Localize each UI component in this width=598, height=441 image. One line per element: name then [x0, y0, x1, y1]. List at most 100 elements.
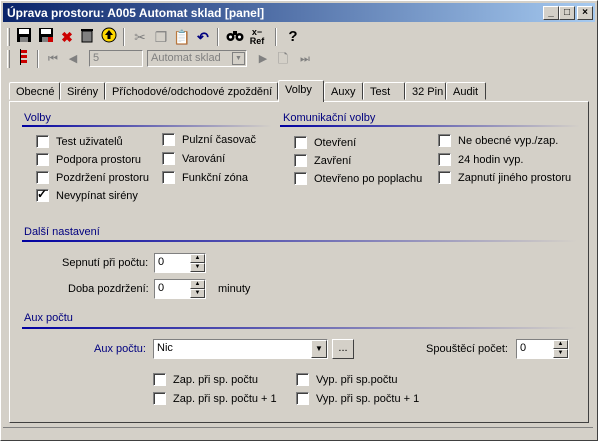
checkbox-label: Pulzní časovač	[182, 133, 256, 146]
checkbox-label: Zap. při sp. počtu + 1	[173, 392, 277, 405]
copy-icon[interactable]: ❐	[151, 27, 171, 47]
spin-down-icon[interactable]: ▼	[190, 289, 205, 298]
checkbox-zavreni[interactable]: Zavření	[294, 154, 351, 167]
record-name-value: Automat sklad	[151, 52, 221, 64]
tab-32pin[interactable]: 32 Pin	[405, 82, 446, 100]
doba-value: 0	[158, 282, 165, 294]
aux-divider	[22, 327, 577, 329]
checkbox-zapnuti-jineho-prostoru[interactable]: Zapnutí jiného prostoru	[438, 171, 571, 184]
komunikacni-divider	[280, 125, 580, 127]
checkbox-label: 24 hodin vyp.	[458, 153, 524, 166]
tab-volby[interactable]: Volby	[278, 80, 324, 102]
chevron-down-icon[interactable]: ▼	[311, 340, 327, 358]
toolbar-separator	[275, 28, 277, 46]
checkbox-ne-obecne[interactable]: Ne obecné vyp./zap.	[438, 134, 558, 147]
ref-icon[interactable]: x− Ref	[247, 27, 267, 47]
aux-pocet-value: Nic	[157, 342, 173, 354]
maximize-button[interactable]: □	[559, 6, 575, 20]
doba-label: Doba pozdržení:	[68, 283, 149, 295]
delete-icon[interactable]: ✖	[57, 27, 77, 47]
binoculars-icon[interactable]	[225, 27, 245, 47]
new-record-icon[interactable]: 🗋	[273, 49, 293, 69]
checkbox-zap-pri-sp-poctu[interactable]: Zap. při sp. počtu	[153, 373, 258, 386]
tab-panel-volby: Volby Test uživatelů Podpora prostoru Po…	[9, 101, 589, 423]
checkbox-label: Nevypínat sirény	[56, 189, 138, 202]
cut-icon[interactable]: ✂	[130, 27, 150, 47]
checkbox-label: Zapnutí jiného prostoru	[458, 171, 572, 184]
checkbox-varovani[interactable]: Varování	[162, 152, 225, 165]
spin-down-icon[interactable]: ▼	[190, 263, 205, 272]
dialog-window: Úprava prostoru: A005 Automat sklad [pan…	[0, 0, 598, 441]
doba-spinbox[interactable]: 0 ▲ ▼	[154, 279, 206, 299]
checkbox-vyp-pri-sp-poctu[interactable]: Vyp. při sp.počtu	[296, 373, 398, 386]
window-title: Úprava prostoru: A005 Automat sklad [pan…	[7, 6, 265, 20]
toolbar-grip[interactable]	[7, 50, 10, 68]
help-icon[interactable]: ?	[283, 27, 303, 47]
checkbox-nevypinat-sireny[interactable]: ✓ Nevypínat sirény	[36, 187, 138, 202]
toolbar-separator	[123, 28, 125, 46]
sepnuti-label: Sepnutí při počtu:	[62, 257, 149, 269]
save-icon[interactable]	[14, 27, 34, 47]
records-list-icon[interactable]	[14, 49, 34, 69]
volby-divider	[22, 125, 272, 127]
tab-prichodove[interactable]: Příchodové/odchodové zpoždění	[105, 82, 278, 100]
komunikacni-title: Komunikační volby	[283, 112, 376, 124]
aux-pocet-select[interactable]: Nic ▼	[153, 339, 328, 359]
spousteci-label: Spouštěcí počet:	[426, 343, 508, 355]
checkbox-label: Varování	[182, 152, 226, 165]
checkbox-label: Vyp. při sp.počtu	[316, 373, 398, 386]
tab-test[interactable]: Test	[363, 82, 405, 100]
up-arrow-circle-icon[interactable]	[99, 27, 119, 47]
spin-down-icon[interactable]: ▼	[553, 349, 568, 358]
previous-record-icon[interactable]: ◀	[63, 49, 83, 69]
checkbox-label: Vyp. při sp. počtu + 1	[316, 392, 420, 405]
record-number-field[interactable]: 5	[89, 50, 143, 67]
tab-obecne[interactable]: Obecné	[9, 82, 60, 100]
save-close-icon[interactable]	[36, 27, 56, 47]
toolbar-separator	[217, 28, 219, 46]
spin-up-icon[interactable]: ▲	[190, 254, 205, 263]
checkbox-label: Funkční zóna	[182, 171, 249, 184]
record-name-select[interactable]: Automat sklad ▼	[147, 50, 247, 67]
checkbox-label: Zap. při sp. počtu	[173, 373, 258, 386]
tab-auxy[interactable]: Auxy	[324, 82, 363, 100]
checkbox-label: Podpora prostoru	[56, 153, 141, 166]
checkbox-otevreni[interactable]: Otevření	[294, 136, 356, 149]
spin-up-icon[interactable]: ▲	[553, 340, 568, 349]
checkbox-pozdrzeni-prostoru[interactable]: Pozdržení prostoru	[36, 171, 149, 184]
tab-sireny[interactable]: Sirény	[60, 82, 105, 100]
dalsi-title: Další nastavení	[24, 226, 100, 238]
paste-icon[interactable]: 📋	[172, 27, 192, 47]
sepnuti-spinbox[interactable]: 0 ▲ ▼	[154, 253, 206, 273]
spousteci-spinbox[interactable]: 0 ▲ ▼	[516, 339, 569, 359]
checkbox-zap-pri-sp-poctu-plus1[interactable]: Zap. při sp. počtu + 1	[153, 392, 277, 405]
checkbox-24-hodin-vyp[interactable]: 24 hodin vyp.	[438, 153, 523, 166]
checkbox-otevreno-po-poplachu[interactable]: Otevřeno po poplachu	[294, 172, 422, 185]
checkbox-podpora-prostoru[interactable]: Podpora prostoru	[36, 153, 141, 166]
trash-icon[interactable]	[77, 27, 97, 47]
checkbox-vyp-pri-sp-poctu-plus1[interactable]: Vyp. při sp. počtu + 1	[296, 392, 419, 405]
toolbar-separator	[37, 50, 39, 68]
checkbox-test-uzivatelu[interactable]: Test uživatelů	[36, 135, 123, 148]
chevron-down-icon[interactable]: ▼	[232, 52, 245, 65]
close-button[interactable]: ×	[577, 6, 593, 20]
spin-up-icon[interactable]: ▲	[190, 280, 205, 289]
doba-unit: minuty	[218, 283, 251, 295]
first-record-icon[interactable]: ⏮	[43, 49, 63, 69]
title-bar[interactable]: Úprava prostoru: A005 Automat sklad [pan…	[3, 3, 595, 22]
dalsi-divider	[22, 240, 577, 242]
aux-browse-button[interactable]: ...	[332, 339, 354, 359]
toolbar-grip[interactable]	[7, 28, 10, 46]
next-record-icon[interactable]: ▶	[253, 49, 273, 69]
sepnuti-value: 0	[158, 256, 165, 268]
undo-icon[interactable]: ↶	[193, 27, 213, 47]
last-record-icon[interactable]: ⏭	[295, 49, 315, 69]
tab-audit[interactable]: Audit	[446, 82, 486, 100]
toolbar-main: ✖ ✂ ❐ 📋 ↶ x− Ref ?	[3, 26, 595, 48]
spousteci-value: 0	[520, 342, 527, 354]
minimize-button[interactable]: _	[543, 6, 559, 20]
checkbox-label: Zavření	[314, 154, 352, 167]
checkbox-label: Otevření	[314, 136, 357, 149]
checkbox-funkcni-zona[interactable]: Funkční zóna	[162, 171, 248, 184]
checkbox-pulzni-casovac[interactable]: Pulzní časovač	[162, 133, 256, 146]
